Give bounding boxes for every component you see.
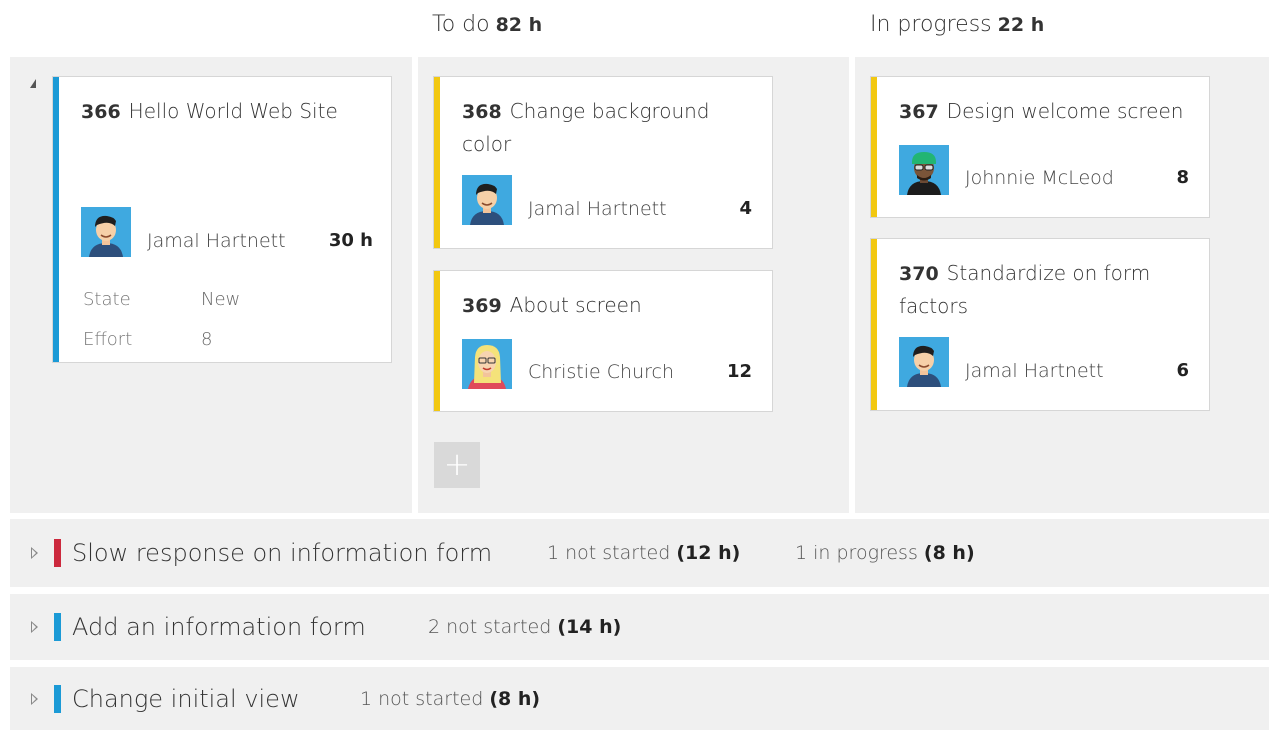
summary-hours: (12 h): [676, 542, 741, 564]
card-remaining-hours: 4: [739, 198, 752, 219]
row-title: Change initial view: [72, 684, 300, 713]
pbi-color-bar: [54, 684, 61, 713]
person-avatar-icon: [462, 339, 512, 389]
avatar: [462, 339, 512, 389]
person-avatar-icon: [899, 145, 949, 195]
card-assignee: Johnnie McLeod: [965, 167, 1114, 189]
bug-color-bar: [54, 539, 61, 567]
field-value-effort[interactable]: 8: [201, 329, 212, 350]
pbi-color-bar: [54, 613, 61, 641]
card-assignee: Jamal Hartnett: [147, 230, 286, 252]
card-remaining-hours: 6: [1176, 360, 1189, 381]
task-card[interactable]: 370 Standardize on form factors Jamal Har…: [870, 238, 1210, 411]
card-color-stripe: [434, 271, 440, 411]
card-title-text: Hello World Web Site: [128, 99, 338, 123]
field-label-effort: Effort: [83, 329, 133, 350]
card-remaining-hours: 30 h: [328, 230, 373, 251]
person-avatar-icon: [462, 175, 512, 225]
card-remaining-hours: 8: [1176, 167, 1189, 188]
card-title: 367 Design welcome screen: [899, 95, 1197, 128]
expand-icon[interactable]: [31, 692, 38, 705]
task-card[interactable]: 369 About screen Christie Church 12: [433, 270, 773, 412]
row-summary-not-started: 1 not started (12 h): [547, 541, 740, 565]
column-header-in-progress: In progress 22 h: [870, 12, 1044, 37]
card-color-stripe: [53, 77, 59, 362]
card-id: 368: [462, 101, 502, 123]
card-title: 370 Standardize on form factors: [899, 257, 1197, 322]
parent-work-item-card[interactable]: 366 Hello World Web Site Jamal Hartnett 3…: [52, 76, 392, 363]
card-assignee: Christie Church: [528, 361, 674, 383]
column-label: In progress: [870, 12, 992, 37]
summary-hours: (8 h): [489, 687, 541, 710]
card-assignee: Jamal Hartnett: [528, 198, 667, 220]
row-summary-not-started: 1 not started (8 h): [360, 687, 540, 711]
card-color-stripe: [871, 77, 877, 217]
avatar: [81, 207, 131, 257]
card-remaining-hours: 12: [726, 361, 752, 382]
summary-text: 1 not started: [547, 542, 671, 564]
avatar: [462, 175, 512, 225]
person-avatar-icon: [899, 337, 949, 387]
row-title: Add an information form: [72, 613, 366, 641]
backlog-row-pbi[interactable]: Add an information form 2 not started (1…: [10, 594, 1269, 660]
card-title: 369 About screen: [462, 289, 760, 322]
row-summary-not-started: 2 not started (14 h): [428, 615, 621, 639]
column-header-todo: To do 82 h: [432, 12, 542, 37]
card-color-stripe: [434, 77, 440, 248]
avatar: [899, 337, 949, 387]
field-value-state[interactable]: New: [201, 289, 240, 310]
row-title: Slow response on information form: [72, 539, 493, 567]
card-title-text: Design welcome screen: [946, 99, 1184, 123]
task-card[interactable]: 367 Design welcome screen Johnnie McLeod …: [870, 76, 1210, 218]
row-summary-in-progress: 1 in progress (8 h): [795, 541, 975, 565]
card-title-text: About screen: [509, 293, 642, 317]
card-title: 368 Change background color: [462, 95, 760, 160]
summary-hours: (14 h): [557, 616, 622, 638]
field-label-state: State: [83, 289, 131, 310]
summary-text: 1 not started: [360, 687, 484, 710]
column-count: 22 h: [997, 14, 1045, 36]
expand-icon[interactable]: [31, 547, 38, 559]
summary-text: 1 in progress: [795, 542, 918, 564]
collapse-icon[interactable]: [30, 79, 36, 88]
expand-icon[interactable]: [31, 621, 38, 633]
card-assignee: Jamal Hartnett: [965, 360, 1104, 382]
card-id: 370: [899, 263, 939, 285]
card-color-stripe: [871, 239, 877, 410]
backlog-row-bug[interactable]: Slow response on information form 1 not …: [10, 519, 1269, 587]
person-avatar-icon: [81, 207, 131, 257]
column-label: To do: [432, 12, 490, 37]
card-id: 369: [462, 295, 502, 317]
card-id: 366: [81, 101, 121, 123]
card-id: 367: [899, 101, 939, 123]
avatar: [899, 145, 949, 195]
task-card[interactable]: 368 Change background color Jamal Hartnet…: [433, 76, 773, 249]
backlog-row-pbi[interactable]: Change initial view 1 not started (8 h): [10, 667, 1269, 730]
summary-text: 2 not started: [428, 616, 552, 638]
add-task-button[interactable]: +: [434, 442, 480, 488]
column-count: 82 h: [495, 14, 543, 36]
summary-hours: (8 h): [923, 542, 975, 564]
card-title: 366 Hello World Web Site: [81, 95, 379, 128]
